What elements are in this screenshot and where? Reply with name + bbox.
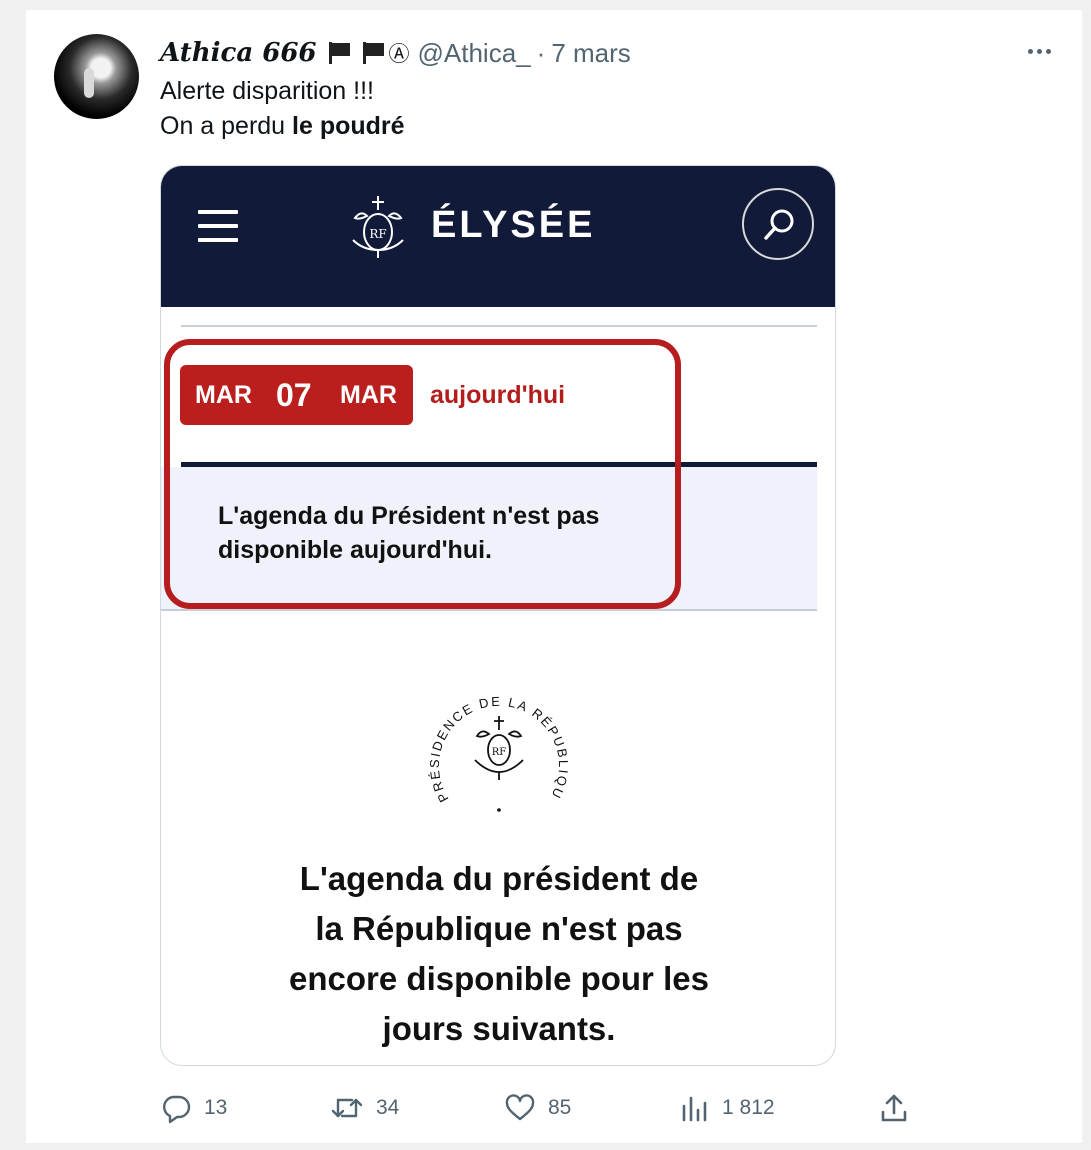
black-flag-icon [361, 41, 385, 65]
share-icon [881, 1094, 907, 1122]
agenda-line4: jours suivants. [382, 1010, 616, 1047]
seal-text: PRÉSIDENCE DE LA RÉPUBLIQUE [419, 674, 569, 805]
like-icon [505, 1094, 535, 1121]
site-name: ÉLYSÉE [431, 204, 596, 246]
reply-icon [163, 1095, 191, 1124]
share-button[interactable] [878, 1088, 922, 1128]
menu-icon [198, 210, 238, 242]
presidency-seal: PRÉSIDENCE DE LA RÉPUBLIQUE RF [419, 674, 571, 812]
views-button[interactable]: 1 812 [680, 1088, 775, 1128]
separator: · [536, 37, 546, 68]
tweet-text-bold: le poudré [292, 112, 405, 140]
divider [181, 325, 817, 327]
svg-text:RF: RF [369, 227, 386, 241]
elysee-navbar: RF ÉLYSÉE [161, 166, 835, 307]
tweet-text-line1: Alerte disparition !!! [160, 77, 374, 105]
agenda-line2: la République n'est pas [315, 910, 683, 947]
tweet-actions: 13 34 85 1 812 [160, 1088, 920, 1128]
black-flag-icon [327, 41, 351, 65]
views-count: 1 812 [722, 1096, 775, 1119]
agenda-line1: L'agenda du président de [299, 860, 699, 897]
tweet-image[interactable]: RF ÉLYSÉE MAR 07 MAR aujourd'hui L'agend… [160, 165, 836, 1066]
user-handle[interactable]: @Athica_ [418, 38, 531, 69]
tweet-text: Alerte disparition !!! On a perdu le pou… [160, 74, 405, 144]
tweet-header: Athica 666 Ⓐ @Athica_ · 7 mars [160, 36, 631, 70]
display-name[interactable]: Athica 666 [160, 38, 317, 68]
red-highlight-frame [164, 339, 681, 609]
tweet-text-line2: On a perdu le poudré [160, 109, 405, 144]
agenda-message: L'agenda du président de la République n… [201, 854, 797, 1054]
search-button [742, 188, 814, 260]
divider [161, 609, 817, 611]
retweet-icon [331, 1098, 363, 1118]
retweet-count: 34 [376, 1096, 400, 1119]
like-button[interactable]: 85 [504, 1088, 571, 1128]
svg-text:PRÉSIDENCE DE LA RÉPUBLIQUE: PRÉSIDENCE DE LA RÉPUBLIQUE [419, 674, 571, 805]
views-icon [682, 1096, 707, 1122]
retweet-button[interactable]: 34 [330, 1088, 399, 1128]
reply-count: 13 [204, 1096, 228, 1119]
search-icon [764, 209, 794, 240]
emblem-icon: RF [352, 196, 404, 258]
more-icon[interactable] [1024, 36, 1054, 66]
avatar[interactable] [54, 34, 139, 119]
svg-text:RF: RF [492, 747, 507, 758]
anarchy-symbol: Ⓐ [388, 43, 410, 66]
tweet-text-prefix: On a perdu [160, 112, 293, 140]
like-count: 85 [548, 1096, 572, 1119]
timestamp[interactable]: 7 mars [551, 38, 630, 69]
reply-button[interactable]: 13 [160, 1088, 227, 1128]
agenda-line3: encore disponible pour les [289, 960, 709, 997]
